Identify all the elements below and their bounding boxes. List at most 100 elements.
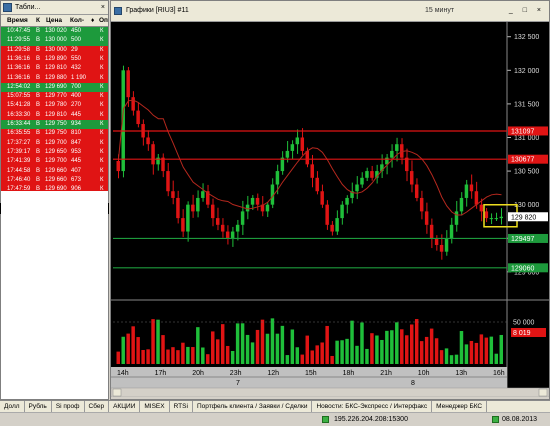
volume-bar xyxy=(390,330,394,364)
timeframe-label[interactable]: 15 минут xyxy=(425,1,454,21)
scroll-right-button[interactable] xyxy=(538,388,548,397)
candle-body xyxy=(295,137,300,145)
time-axis-label: 14h xyxy=(117,370,129,377)
trade-row[interactable]: 17:39:17 В 129 650 953 К xyxy=(1,147,108,158)
last-price-label: 129 820 xyxy=(511,214,536,221)
volume-bar xyxy=(325,325,329,364)
col-op-header[interactable]: Оп xyxy=(99,15,108,26)
time-axis-label: 20h xyxy=(192,370,204,377)
horizontal-scrollbar[interactable] xyxy=(110,387,550,398)
volume-bar xyxy=(385,330,389,364)
trade-row[interactable]: 16:35:55 В 129 750 810 К xyxy=(1,129,108,139)
trade-price: 130 000 xyxy=(45,46,67,53)
volume-bar xyxy=(206,354,210,364)
y-tick-label: 131 000 xyxy=(514,135,539,142)
volume-bar xyxy=(126,333,130,364)
volume-bar xyxy=(186,346,190,364)
trade-row[interactable]: 17:46:40 В 129 660 673 К xyxy=(1,175,108,186)
chart-plot-area[interactable]: 132 500 132 000 131 500 131 000 130 500 130 0… xyxy=(110,22,550,398)
candle-body xyxy=(265,204,270,212)
trade-class: В xyxy=(36,176,41,183)
trade-row[interactable]: 11:29:58 В 130 000 29 К xyxy=(1,45,108,55)
trade-class: В xyxy=(36,111,41,118)
trade-qty: 270 xyxy=(71,102,82,109)
trade-row[interactable]: 16:33:30 В 129 810 445 К xyxy=(1,110,108,121)
col-dir-header[interactable]: ♦ xyxy=(91,15,94,26)
volume-bar xyxy=(400,329,404,364)
candle-body xyxy=(454,211,459,225)
trade-qty: 810 xyxy=(71,130,82,137)
trade-price: 129 690 xyxy=(45,83,67,90)
trade-time: 17:44:58 xyxy=(7,167,31,174)
trade-time: 17:46:40 xyxy=(7,176,31,183)
col-qty-header[interactable]: Кол- xyxy=(70,15,84,26)
col-k-header[interactable]: К xyxy=(36,15,40,26)
volume-bar xyxy=(469,340,474,364)
trade-row[interactable]: 17:44:58 В 129 660 407 К xyxy=(1,166,108,176)
trade-class: В xyxy=(36,74,41,81)
trades-table-empty-area xyxy=(1,191,108,399)
trades-window-titlebar[interactable]: Табли... × xyxy=(1,1,108,15)
volume-bar xyxy=(439,350,444,364)
volume-bar xyxy=(499,334,503,364)
candle-body xyxy=(494,218,499,220)
trade-op: К xyxy=(100,102,104,109)
candle-body xyxy=(171,191,175,198)
trade-class: В xyxy=(36,121,41,127)
trade-time: 15:07:55 xyxy=(7,93,31,100)
volume-bar xyxy=(345,338,349,364)
trades-table-header: Время К Цена Кол- ♦ Оп xyxy=(1,15,108,27)
volume-bar xyxy=(444,348,449,364)
candle-body xyxy=(429,224,434,239)
chart-window-title: Графики [RIU3] #11 xyxy=(126,7,189,14)
volume-bar xyxy=(265,333,270,364)
time-axis-label: 23h xyxy=(230,370,242,377)
volume-bar xyxy=(290,329,295,364)
candle-body xyxy=(151,144,155,165)
candle-body xyxy=(474,191,479,205)
window-control-buttons[interactable]: _ □ × xyxy=(509,1,545,21)
trade-row[interactable]: 11:36:16 В 129 880 1 190 К xyxy=(1,73,108,83)
chart-window-icon xyxy=(114,7,122,15)
trade-time: 17:37:27 xyxy=(7,139,31,146)
volume-bar xyxy=(414,319,419,364)
volume-bar xyxy=(375,335,379,364)
close-icon[interactable]: × xyxy=(101,1,105,14)
trade-price: 129 880 xyxy=(45,74,67,81)
trade-op: К xyxy=(100,28,104,34)
volume-bar xyxy=(141,349,145,364)
trade-row[interactable]: 11:29:55 В 130 000 500 К xyxy=(1,36,108,46)
trade-op: К xyxy=(100,139,104,146)
trade-time: 17:39:17 xyxy=(7,148,31,155)
trade-qty: 29 xyxy=(71,46,78,53)
trade-row[interactable]: 15:41:28 В 129 780 270 К xyxy=(1,101,108,111)
trade-row[interactable]: 17:37:27 В 129 700 847 К xyxy=(1,138,108,148)
volume-bar xyxy=(315,345,319,364)
volume-bar xyxy=(171,347,175,364)
trade-row[interactable]: 12:54:02 В 129 690 700 К xyxy=(1,82,108,93)
trade-row[interactable]: 17:41:39 В 129 700 445 К xyxy=(1,157,108,167)
chart-window: Графики [RIU3] #11 15 минут _ □ × 132 50… xyxy=(110,0,550,400)
price-chart-svg[interactable]: 132 500 132 000 131 500 131 000 130 500 130 0… xyxy=(110,22,550,398)
scroll-left-button[interactable] xyxy=(112,388,122,397)
col-price-header[interactable]: Цена xyxy=(46,15,62,26)
candle-body xyxy=(330,224,334,232)
trade-op: К xyxy=(100,111,104,118)
trade-row[interactable]: 16:33:44 В 129 750 934 К xyxy=(1,120,108,130)
volume-bar xyxy=(484,337,489,364)
trade-row[interactable]: 11:36:16 В 129 890 550 К xyxy=(1,54,108,65)
trade-row[interactable]: 11:36:16 В 129 810 432 К xyxy=(1,64,108,74)
time-axis-label: 21h xyxy=(380,370,392,377)
volume-bar xyxy=(474,342,479,364)
trade-row[interactable]: 10:47:45 В 130 020 450 К xyxy=(1,27,108,37)
candle-body xyxy=(211,204,215,219)
trade-price: 129 810 xyxy=(45,65,67,72)
volume-bar xyxy=(300,354,305,364)
volume-bar xyxy=(131,326,135,364)
volume-bar xyxy=(181,342,185,364)
trade-time: 11:36:16 xyxy=(7,65,30,72)
trade-class: В xyxy=(36,55,41,62)
col-time-header[interactable]: Время xyxy=(7,15,28,26)
chart-window-titlebar[interactable]: Графики [RIU3] #11 15 минут _ □ × xyxy=(111,1,549,22)
trade-row[interactable]: 15:07:55 В 129 770 400 К xyxy=(1,92,108,102)
